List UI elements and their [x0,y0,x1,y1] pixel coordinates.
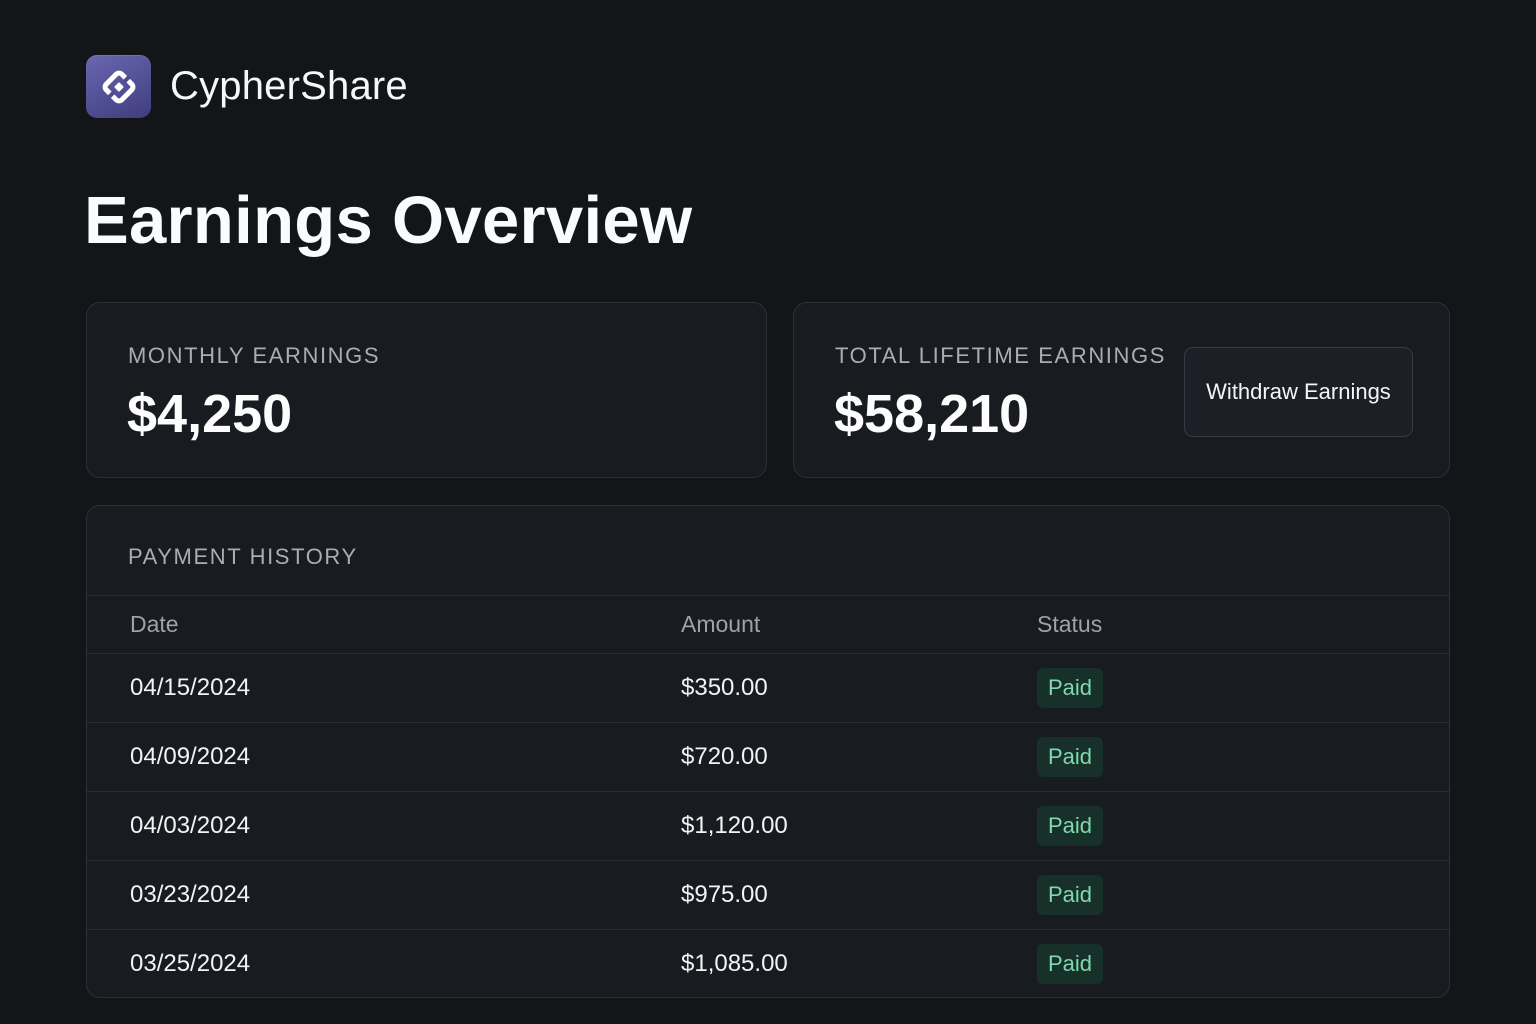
payment-amount: $1,120.00 [681,812,788,839]
status-cell: Paid [1037,654,1104,722]
table-row[interactable]: 04/03/2024 $1,120.00 Paid [87,791,1449,860]
monthly-earnings-card: MONTHLY EARNINGS $4,250 [86,302,767,478]
status-badge: Paid [1037,737,1104,777]
payment-date: 03/25/2024 [130,950,251,977]
status-cell: Paid [1037,792,1104,860]
lifetime-earnings-card: TOTAL LIFETIME EARNINGS $58,210 Withdraw… [793,302,1450,478]
lifetime-earnings-value: $58,210 [834,384,1030,444]
status-badge: Paid [1037,806,1104,846]
status-badge: Paid [1037,668,1104,708]
app-name: CypherShare [170,64,408,108]
status-badge: Paid [1037,875,1104,915]
status-badge: Paid [1037,944,1104,984]
payment-amount: $975.00 [681,881,768,908]
table-row[interactable]: 03/23/2024 $975.00 Paid [87,860,1449,929]
withdraw-earnings-button[interactable]: Withdraw Earnings [1184,347,1413,437]
payment-date: 04/15/2024 [130,674,251,701]
payment-date: 04/09/2024 [130,743,251,770]
status-cell: Paid [1037,861,1104,929]
monthly-earnings-value: $4,250 [127,384,293,444]
lifetime-earnings-label: TOTAL LIFETIME EARNINGS [835,343,1166,368]
payment-history-card: PAYMENT HISTORY Date Amount Status 04/15… [86,505,1450,998]
earnings-page: CypherShare Earnings Overview MONTHLY EA… [0,0,1536,1024]
page-title: Earnings Overview [84,183,693,258]
column-header-amount[interactable]: Amount [681,596,760,653]
payment-amount: $1,085.00 [681,950,788,977]
payment-amount: $720.00 [681,743,768,770]
table-row[interactable]: 03/25/2024 $1,085.00 Paid [87,929,1449,997]
brand[interactable]: CypherShare [86,55,408,118]
payment-history-title: PAYMENT HISTORY [128,544,358,569]
diamond-link-icon [86,55,151,118]
monthly-earnings-label: MONTHLY EARNINGS [128,343,381,368]
table-row[interactable]: 04/09/2024 $720.00 Paid [87,722,1449,791]
payment-date: 03/23/2024 [130,881,251,908]
status-cell: Paid [1037,930,1104,997]
table-header-row: Date Amount Status [87,595,1449,653]
column-header-status[interactable]: Status [1037,596,1102,653]
payment-date: 04/03/2024 [130,812,251,839]
status-cell: Paid [1037,723,1104,791]
table-row[interactable]: 04/15/2024 $350.00 Paid [87,653,1449,722]
payment-history-table: Date Amount Status 04/15/2024 $350.00 Pa… [87,595,1449,997]
payment-amount: $350.00 [681,674,768,701]
column-header-date[interactable]: Date [130,596,179,653]
